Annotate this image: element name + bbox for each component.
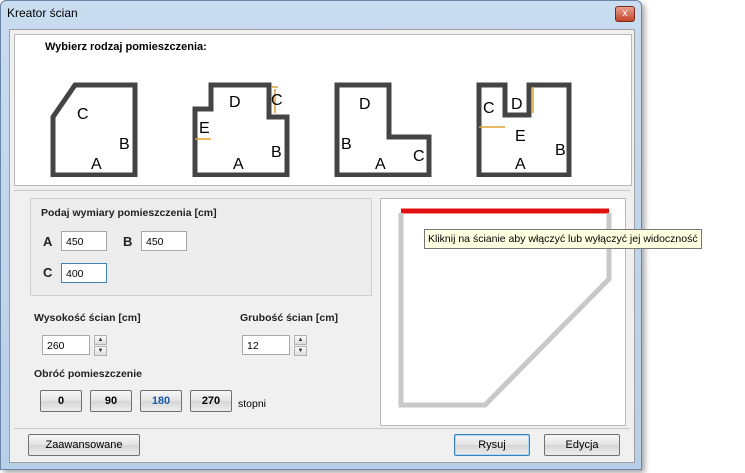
shape2-label-c: C — [271, 92, 283, 109]
spin-up-icon[interactable]: ▲ — [94, 335, 107, 345]
room-type-title: Wybierz rodzaj pomieszczenia: — [45, 41, 207, 53]
close-button[interactable]: x — [615, 6, 635, 22]
rotate-180-button[interactable]: 180 — [140, 390, 182, 412]
shape3-label-b: B — [341, 136, 352, 153]
shape4-label-b: B — [555, 142, 566, 159]
dimensions-group: Podaj wymiary pomieszczenia [cm] A 450 B… — [30, 198, 372, 296]
rotate-270-button[interactable]: 270 — [190, 390, 232, 412]
shape3-label-d: D — [359, 96, 371, 113]
advanced-button[interactable]: Zaawansowane — [28, 434, 140, 456]
shape2-label-d: D — [229, 94, 241, 111]
shape1-label-a: A — [91, 156, 102, 173]
shape2-label-a: A — [233, 156, 244, 173]
shape4-label-a: A — [515, 156, 526, 173]
spin-up-icon[interactable]: ▲ — [294, 335, 307, 345]
edit-button[interactable]: Edycja — [544, 434, 620, 456]
footer-divider — [14, 428, 630, 429]
preview-tooltip: Kliknij na ścianie aby włączyć lub wyłąc… — [424, 229, 702, 249]
window-title: Kreator ścian — [7, 6, 78, 20]
rotate-unit: stopni — [238, 398, 267, 410]
shape4-label-e: E — [515, 128, 526, 145]
spin-down-icon[interactable]: ▼ — [294, 346, 307, 356]
shape4-label-c: C — [483, 100, 495, 117]
room-shape-corner[interactable]: C B A — [45, 57, 175, 178]
wall-height-input[interactable]: 260 — [42, 335, 90, 355]
room-shape-corner-icon: C B A — [50, 82, 138, 178]
wall-thickness-input[interactable]: 12 — [242, 335, 290, 355]
wall-height-spinner[interactable]: ▲ ▼ — [94, 335, 107, 356]
wall-thickness-label: Grubość ścian [cm] — [240, 312, 339, 324]
shape2-label-e: E — [199, 120, 210, 137]
rotate-0-button[interactable]: 0 — [40, 390, 82, 412]
room-shape-notch[interactable]: C D E B A — [471, 57, 601, 178]
wall-height-label: Wysokość ścian [cm] — [34, 312, 141, 324]
dimensions-title: Podaj wymiary pomieszczenia [cm] — [41, 207, 217, 219]
room-type-panel: Wybierz rodzaj pomieszczenia: C B A D C … — [14, 34, 632, 186]
draw-button[interactable]: Rysuj — [454, 434, 530, 456]
room-shape-l[interactable]: D B C A — [329, 57, 459, 178]
dim-a-input[interactable]: 450 — [61, 231, 107, 251]
shape1-label-c: C — [77, 106, 89, 123]
rotate-90-button[interactable]: 90 — [90, 390, 132, 412]
room-shape-notch-icon: C D E B A — [476, 82, 572, 178]
room-shape-stepped[interactable]: D C E B A — [187, 57, 317, 178]
dim-c-label: C — [43, 265, 53, 280]
wall-thickness-spinner[interactable]: ▲ ▼ — [294, 335, 307, 356]
dim-b-label: B — [123, 234, 133, 249]
shape2-label-b: B — [271, 144, 282, 161]
shape3-label-a: A — [375, 156, 386, 173]
shape3-label-c: C — [413, 148, 425, 165]
rotate-label: Obróć pomieszczenie — [34, 368, 142, 380]
shape4-label-d: D — [511, 96, 523, 113]
dim-c-input[interactable]: 400 — [61, 263, 107, 283]
dim-a-label: A — [43, 234, 53, 249]
room-shape-l-icon: D B C A — [334, 82, 432, 178]
dim-b-input[interactable]: 450 — [141, 231, 187, 251]
divider — [14, 190, 630, 191]
spin-down-icon[interactable]: ▼ — [94, 346, 107, 356]
shape1-label-b: B — [119, 136, 130, 153]
room-shape-stepped-icon: D C E B A — [192, 82, 290, 178]
title-bar: Kreator ścian x — [1, 1, 641, 25]
